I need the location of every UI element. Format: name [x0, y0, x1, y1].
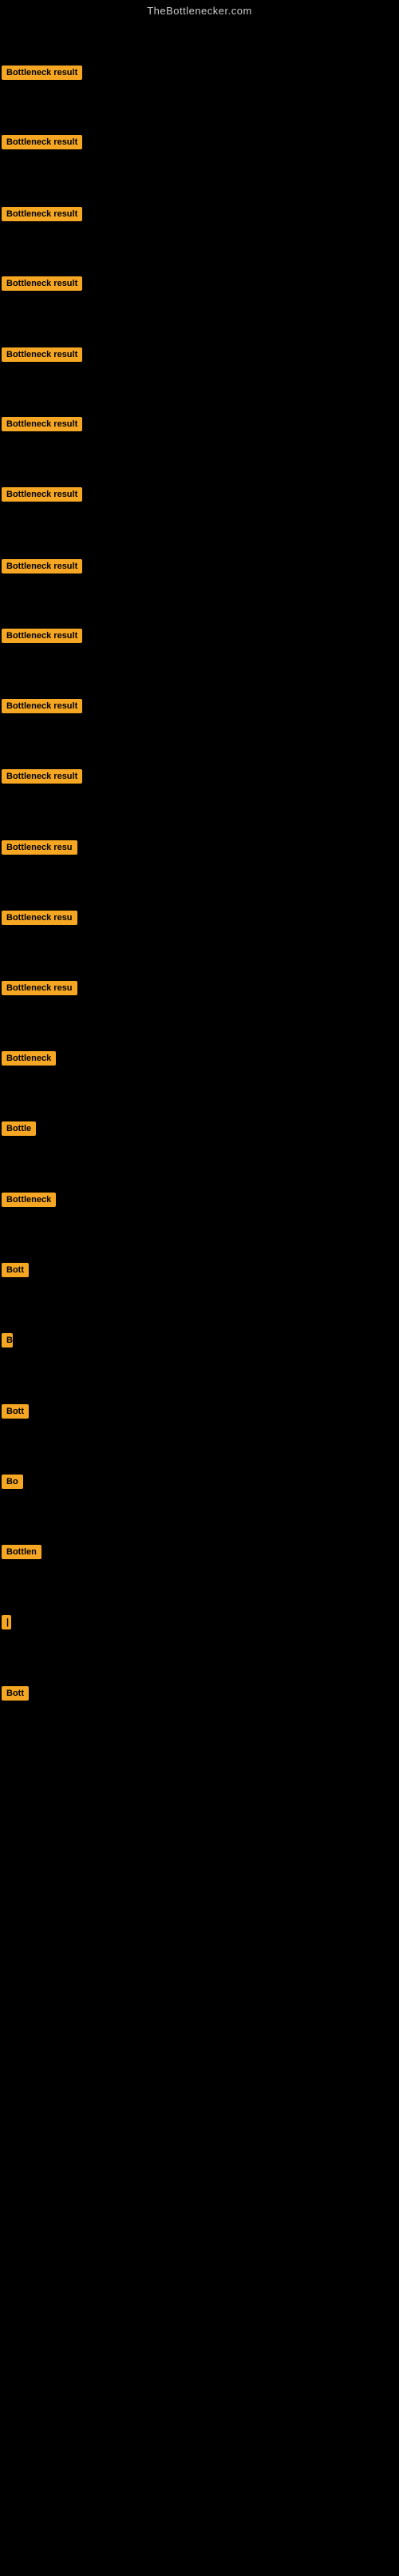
- badge-label: Bottleneck result: [2, 135, 82, 149]
- bottleneck-result-badge: Bott: [2, 1686, 29, 1705]
- badge-label: Bottleneck result: [2, 769, 82, 784]
- badge-label: Bottleneck result: [2, 207, 82, 221]
- badge-label: Bottleneck resu: [2, 911, 77, 925]
- bottleneck-result-badge: |: [2, 1615, 10, 1633]
- badge-label: Bottleneck result: [2, 487, 82, 502]
- badge-label: Bo: [2, 1475, 23, 1489]
- bottleneck-result-badge: Bottleneck resu: [2, 981, 77, 999]
- badge-label: Bott: [2, 1404, 29, 1419]
- badge-label: Bottleneck resu: [2, 840, 77, 855]
- bottleneck-result-badge: Bottleneck resu: [2, 840, 77, 859]
- bottleneck-result-badge: Bottleneck result: [2, 276, 82, 295]
- badge-label: Bottleneck result: [2, 417, 82, 431]
- bottleneck-result-badge: Bottleneck: [2, 1051, 56, 1070]
- badge-label: Bottleneck result: [2, 559, 82, 574]
- badge-label: Bott: [2, 1263, 29, 1277]
- bottleneck-result-badge: Bottleneck result: [2, 769, 82, 788]
- badge-label: |: [2, 1615, 11, 1629]
- bottleneck-result-badge: Bottleneck result: [2, 699, 82, 717]
- bottleneck-result-badge: Bottleneck result: [2, 135, 82, 153]
- badge-label: Bottleneck result: [2, 276, 82, 291]
- badge-label: Bott: [2, 1686, 29, 1701]
- badge-label: Bottle: [2, 1121, 36, 1136]
- bottleneck-result-badge: Bo: [2, 1475, 23, 1493]
- badge-label: Bottleneck result: [2, 347, 82, 362]
- bottleneck-result-badge: Bottle: [2, 1121, 36, 1140]
- badge-label: Bottleneck resu: [2, 981, 77, 995]
- badge-label: Bottleneck: [2, 1193, 56, 1207]
- bottleneck-result-badge: Bottleneck result: [2, 559, 82, 578]
- bottleneck-result-badge: Bott: [2, 1404, 29, 1423]
- bottleneck-result-badge: Bottleneck result: [2, 347, 82, 366]
- bottleneck-result-badge: Bottlen: [2, 1545, 41, 1563]
- bottleneck-result-badge: Bottleneck result: [2, 207, 82, 225]
- badge-label: Bottleneck result: [2, 699, 82, 713]
- bottleneck-result-badge: Bottleneck result: [2, 417, 82, 435]
- bottleneck-result-badge: Bottleneck result: [2, 487, 82, 506]
- bottleneck-result-badge: Bottleneck: [2, 1193, 56, 1211]
- badge-label: B: [2, 1333, 13, 1348]
- bottleneck-result-badge: B: [2, 1333, 13, 1352]
- badge-label: Bottleneck: [2, 1051, 56, 1066]
- bottleneck-result-badge: Bott: [2, 1263, 29, 1281]
- bottleneck-result-badge: Bottleneck result: [2, 629, 82, 647]
- badge-label: Bottleneck result: [2, 65, 82, 80]
- badge-label: Bottleneck result: [2, 629, 82, 643]
- site-title: TheBottlenecker.com: [0, 0, 399, 20]
- bottleneck-result-badge: Bottleneck result: [2, 65, 82, 84]
- bottleneck-result-badge: Bottleneck resu: [2, 911, 77, 929]
- badge-label: Bottlen: [2, 1545, 41, 1559]
